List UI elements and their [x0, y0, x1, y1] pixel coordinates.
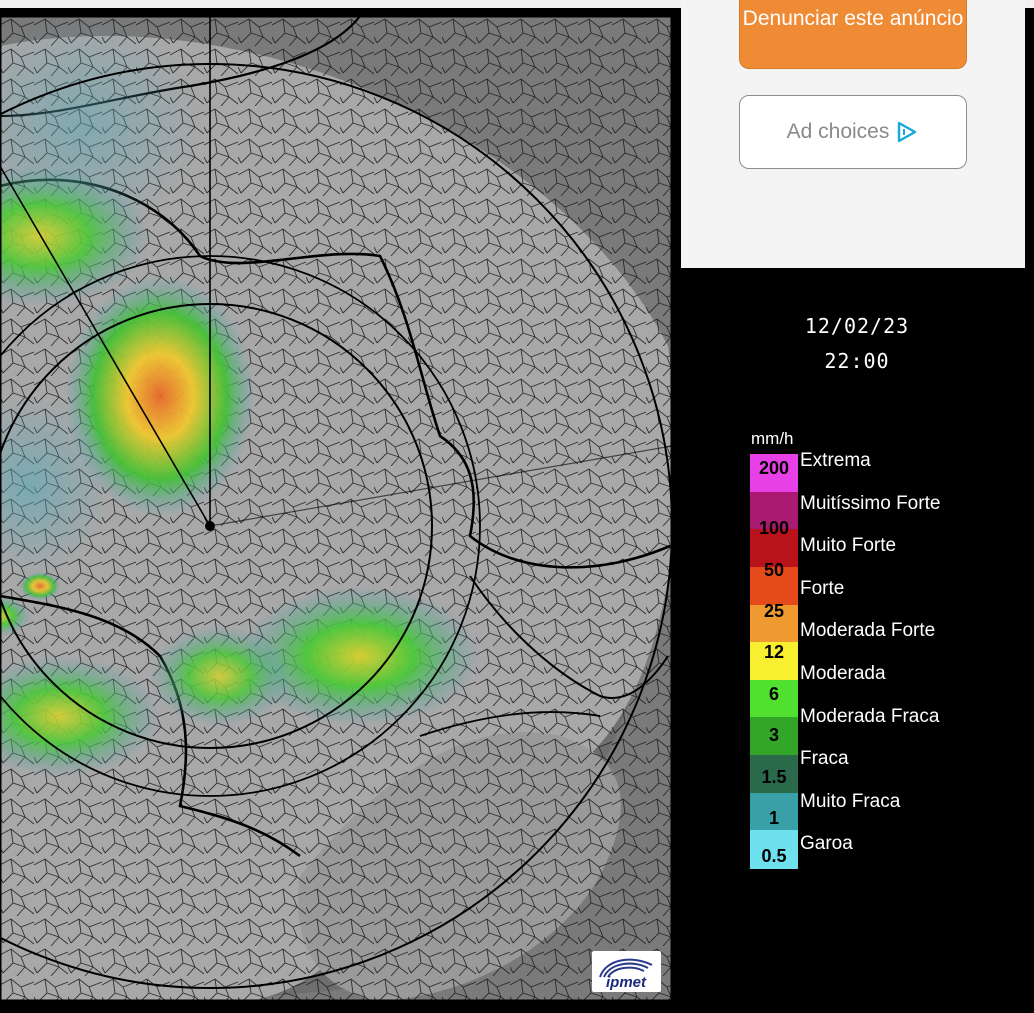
scale-category-label: Forte	[800, 577, 845, 599]
radar-map[interactable]	[0, 16, 672, 1001]
logo-text: ipmet	[606, 974, 647, 991]
scale-value-label: 0.5	[761, 846, 787, 866]
scale-category-label: Muito Fraca	[800, 790, 901, 812]
scale-value-label: 200	[758, 458, 790, 478]
scale-category-label: Moderada	[800, 663, 886, 684]
ad-choices-label: Ad choices	[786, 120, 890, 143]
scale-category-label: Moderada Forte	[800, 620, 936, 642]
scale-value-label: 25	[763, 600, 785, 621]
scale-category-label: Extrema	[800, 450, 871, 471]
ad-panel: Denunciar este anúncio Ad choices	[681, 0, 1025, 268]
radar-time: 22:00	[824, 349, 890, 373]
ipmet-logo-graphic: ipmet	[599, 958, 653, 991]
precipitation-scale: 200 100 50 25 12 6 3 1.5 1 0.5	[750, 454, 798, 869]
scale-category-label: Moderada Fraca	[800, 705, 940, 727]
scale-value-label: 1.5	[761, 766, 787, 787]
scale-value-label: 1	[768, 807, 779, 828]
ad-choices-button[interactable]: Ad choices	[739, 95, 967, 169]
radar-date: 12/02/23	[804, 314, 910, 338]
scale-value-label: 6	[768, 683, 779, 704]
scale-category-label: Muito Forte	[800, 535, 897, 557]
radar-map-canvas	[0, 16, 672, 1001]
ad-choices-icon	[895, 120, 919, 144]
scale-value-label: 50	[763, 559, 785, 580]
scale-value-label: 3	[768, 725, 779, 746]
legend-unit: mm/h	[751, 429, 794, 448]
report-ad-button[interactable]: Denunciar este anúncio	[739, 0, 967, 69]
scale-value-label: 100	[758, 518, 790, 539]
scale-category-label: Fraca	[800, 748, 849, 770]
scale-category-label: Garoa	[800, 833, 853, 855]
ipmet-logo: ipmet	[592, 951, 661, 992]
scale-value-label: 12	[763, 642, 785, 663]
scale-category-label: Muitíssimo Forte	[800, 492, 941, 514]
